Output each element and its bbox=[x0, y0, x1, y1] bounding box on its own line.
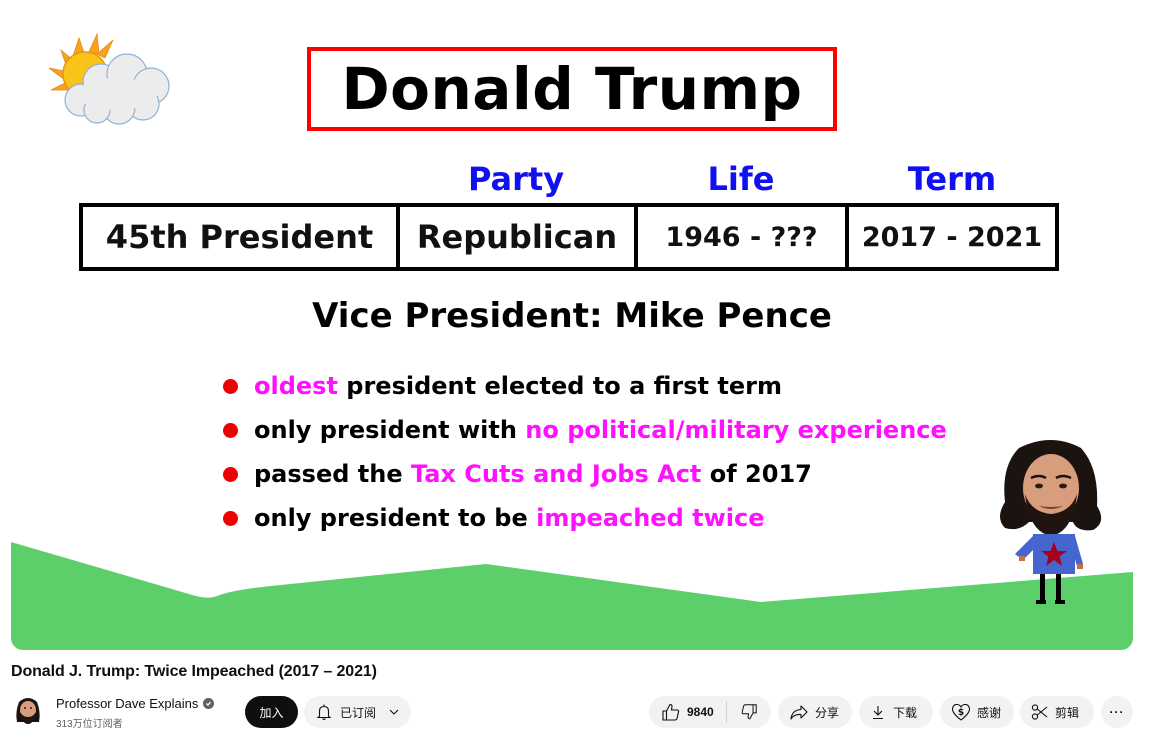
svg-text:$: $ bbox=[958, 708, 964, 718]
term-cell: 2017 - 2021 bbox=[861, 221, 1043, 253]
fact-highlight: no political/military experience bbox=[525, 416, 947, 444]
professor-dave-character bbox=[1000, 440, 1102, 604]
rank-cell: 45th President bbox=[83, 207, 400, 267]
verified-badge-icon bbox=[203, 698, 215, 709]
channel-name[interactable]: Professor Dave Explains bbox=[56, 696, 198, 711]
channel-avatar[interactable] bbox=[11, 694, 45, 728]
thanks-label: 感谢 bbox=[977, 705, 1002, 720]
party-header: Party bbox=[467, 160, 565, 198]
clip-button[interactable]: 剪辑 bbox=[1020, 696, 1094, 728]
bullet-dot-icon bbox=[223, 466, 238, 482]
more-actions-button[interactable]: ··· bbox=[1101, 696, 1133, 728]
more-dots-icon: ··· bbox=[1109, 705, 1125, 719]
like-count: 9840 bbox=[687, 705, 714, 719]
vice-president-line: Vice President: Mike Pence bbox=[312, 296, 832, 336]
subscriber-count: 313万位订阅者 bbox=[56, 719, 123, 730]
thumbs-up-icon bbox=[662, 703, 680, 721]
bullet-dot-icon bbox=[223, 378, 238, 394]
subscribed-label: 已订阅 bbox=[340, 705, 377, 720]
fact-highlight: oldest bbox=[254, 372, 338, 400]
bell-icon bbox=[316, 704, 332, 721]
thanks-button[interactable]: $ 感谢 bbox=[940, 696, 1014, 728]
fact-highlight: Tax Cuts and Jobs Act bbox=[410, 460, 702, 488]
like-dislike-group: 9840 bbox=[649, 696, 771, 728]
avatar-face-icon bbox=[11, 694, 45, 728]
life-header: Life bbox=[707, 160, 775, 198]
video-player[interactable]: Donald Trump Party Life Term 45th Presid… bbox=[11, 0, 1133, 650]
subscribed-button[interactable]: 已订阅 bbox=[304, 696, 411, 728]
bullet-dot-icon bbox=[223, 510, 238, 526]
slide-title-box: Donald Trump bbox=[307, 47, 837, 131]
like-button[interactable]: 9840 bbox=[649, 696, 726, 728]
party-cell: Republican bbox=[400, 207, 638, 267]
channel-name-link[interactable]: Professor Dave Explains bbox=[56, 696, 215, 711]
life-cell: 1946 - ??? bbox=[638, 207, 849, 267]
fact-highlight: impeached twice bbox=[536, 504, 765, 532]
download-icon bbox=[873, 706, 883, 720]
channel-row: Professor Dave Explains 313万位订阅者 加入 已订阅 … bbox=[11, 694, 1151, 730]
thumbs-down-icon bbox=[741, 704, 757, 720]
join-button[interactable]: 加入 bbox=[245, 696, 298, 728]
slide-title: Donald Trump bbox=[341, 55, 803, 123]
president-info-table: 45th President Republican 1946 - ??? 201… bbox=[79, 203, 1059, 271]
heart-dollar-icon: $ bbox=[951, 703, 971, 721]
bullet-dot-icon bbox=[223, 422, 238, 438]
term-header: Term bbox=[907, 160, 997, 198]
dislike-button[interactable] bbox=[727, 696, 771, 728]
scissors-icon bbox=[1031, 704, 1048, 720]
sun-behind-cloud-icon bbox=[48, 32, 170, 125]
fact-item: passed the Tax Cuts and Jobs Act of 2017 bbox=[223, 452, 947, 496]
facts-list: oldest president elected to a first term… bbox=[223, 364, 947, 540]
video-title: Donald J. Trump: Twice Impeached (2017 –… bbox=[11, 663, 377, 680]
chevron-down-icon bbox=[389, 709, 399, 715]
fact-item: only president with no political/militar… bbox=[223, 408, 947, 452]
clip-label: 剪辑 bbox=[1055, 705, 1080, 720]
fact-item: oldest president elected to a first term bbox=[223, 364, 947, 408]
share-arrow-icon bbox=[790, 705, 808, 720]
download-label: 下载 bbox=[893, 705, 918, 720]
download-button[interactable]: 下载 bbox=[859, 696, 933, 728]
share-button[interactable]: 分享 bbox=[778, 696, 852, 728]
share-label: 分享 bbox=[815, 705, 840, 720]
green-hills bbox=[11, 542, 1133, 650]
